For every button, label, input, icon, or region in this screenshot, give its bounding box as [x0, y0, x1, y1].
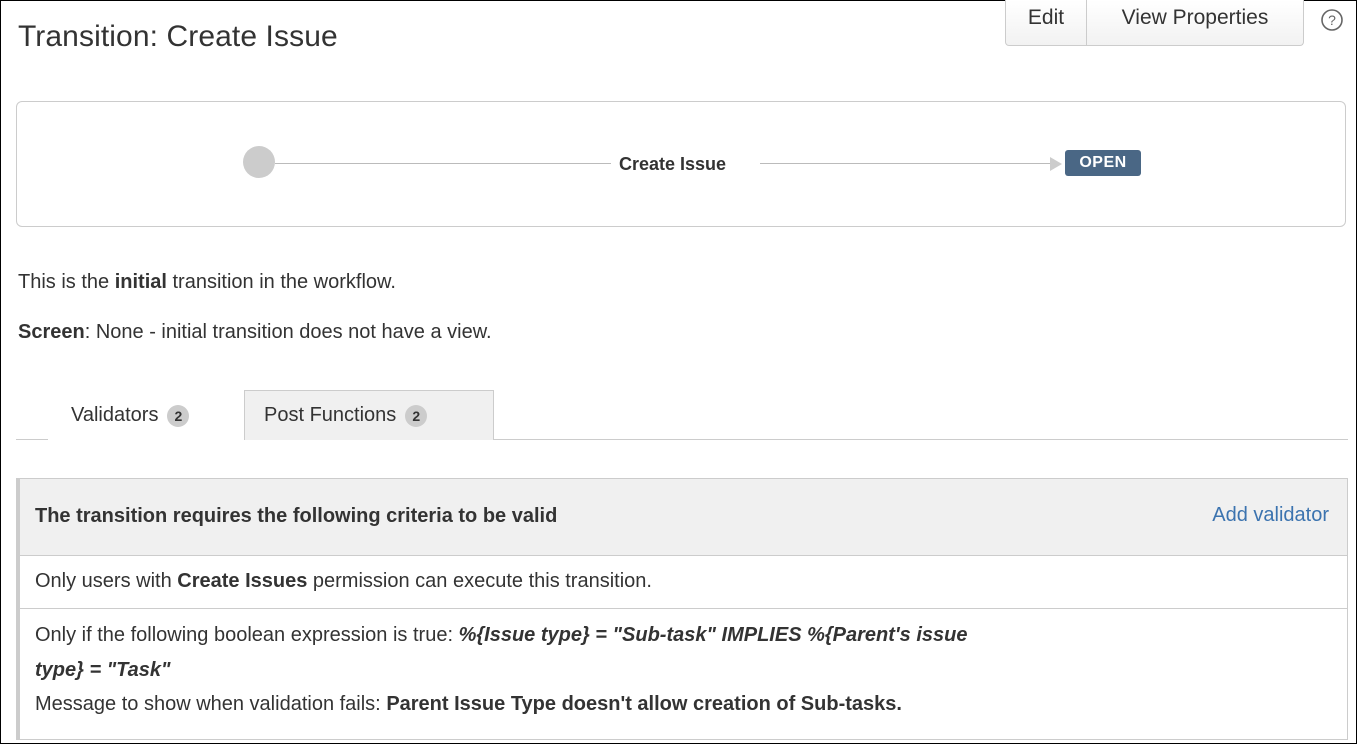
rule2-expression-part2: type} = "Task": [35, 659, 171, 681]
add-validator-link[interactable]: Add validator: [1212, 504, 1329, 527]
validator-row: Only users with Create Issues permission…: [20, 556, 1347, 609]
validator-expression-line2: type} = "Task": [35, 659, 171, 682]
rule2-expression-part1: %{Issue type} = "Sub-task" IMPLIES %{Par…: [458, 624, 968, 646]
validator-row: Only if the following boolean expression…: [20, 609, 1347, 739]
tab-validators[interactable]: Validators 2: [48, 390, 244, 441]
transition-line-left: [275, 163, 611, 164]
view-properties-button[interactable]: View Properties: [1087, 0, 1304, 46]
header-toolbar: Edit View Properties: [1005, 0, 1304, 46]
tab-validators-count-badge: 2: [167, 404, 190, 427]
rule1-suffix: permission can execute this transition.: [307, 570, 652, 592]
validators-panel: The transition requires the following cr…: [16, 478, 1348, 740]
rule1-permission-bold: Create Issues: [177, 570, 308, 592]
rule1-prefix: Only users with: [35, 570, 178, 592]
transition-line-right: [760, 163, 1050, 164]
start-node: [243, 146, 275, 178]
rule2-message-bold: Parent Issue Type doesn't allow creation…: [386, 693, 902, 715]
status-open-lozenge: OPEN: [1065, 150, 1141, 176]
validators-panel-header: The transition requires the following cr…: [20, 479, 1347, 556]
validators-panel-title: The transition requires the following cr…: [35, 505, 558, 527]
transition-label: Create Issue: [619, 154, 727, 174]
info-initial-bold: initial: [114, 271, 167, 293]
validator-expression-line1: Only if the following boolean expression…: [35, 624, 967, 647]
validator-permission-text: Only users with Create Issues permission…: [35, 570, 652, 593]
tab-post-functions[interactable]: Post Functions 2: [244, 390, 494, 440]
info-suffix: transition in the workflow.: [166, 271, 396, 293]
question-circle-icon[interactable]: ?: [1320, 8, 1344, 32]
page-title: Transition: Create Issue: [18, 20, 338, 53]
tab-validators-label: Validators: [71, 404, 159, 426]
screen-label: Screen: [18, 321, 85, 343]
tab-post-functions-label: Post Functions: [264, 404, 397, 426]
initial-transition-info: This is the initial transition in the wo…: [18, 271, 396, 294]
screen-value: : None - initial transition does not hav…: [84, 321, 492, 343]
arrow-head-icon: [1050, 157, 1062, 171]
svg-text:?: ?: [1328, 12, 1336, 28]
rule2-message-prefix: Message to show when validation fails:: [35, 693, 387, 715]
screen-info: Screen: None - initial transition does n…: [18, 321, 492, 344]
validator-error-message: Message to show when validation fails: P…: [35, 693, 902, 716]
edit-button[interactable]: Edit: [1005, 0, 1087, 46]
tab-post-functions-count-badge: 2: [405, 404, 428, 427]
info-prefix: This is the: [18, 271, 115, 293]
rule2-prefix: Only if the following boolean expression…: [35, 624, 459, 646]
workflow-diagram: Create Issue OPEN: [16, 101, 1346, 227]
